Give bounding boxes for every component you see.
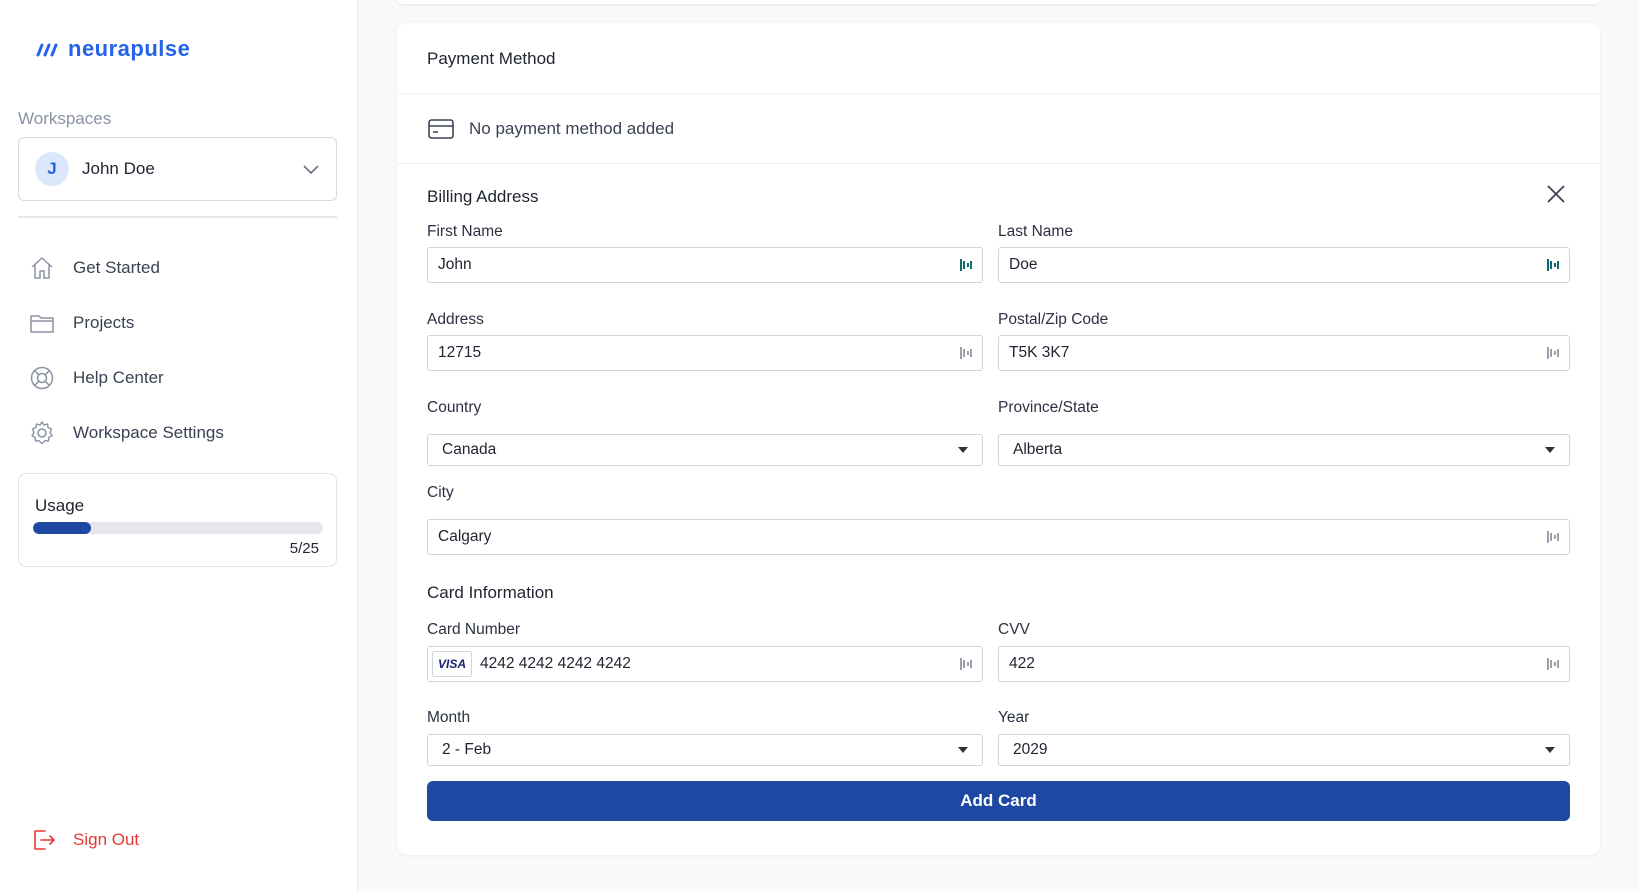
divider bbox=[397, 163, 1600, 164]
caret-down-icon bbox=[958, 747, 968, 753]
first-name-label: First Name bbox=[427, 223, 503, 240]
usage-card: Usage 5/25 bbox=[18, 473, 337, 567]
autofill-icon bbox=[1547, 531, 1559, 543]
month-select[interactable]: 2 - Feb bbox=[427, 734, 983, 766]
sidebar-item-get-started[interactable]: Get Started bbox=[28, 240, 224, 295]
country-label: Country bbox=[427, 399, 482, 416]
country-value: Canada bbox=[442, 441, 497, 458]
no-payment-text: No payment method added bbox=[469, 119, 675, 138]
address-label: Address bbox=[427, 311, 484, 328]
sidebar-item-workspace-settings[interactable]: Workspace Settings bbox=[28, 405, 224, 460]
chevron-down-icon bbox=[303, 165, 319, 175]
lifebuoy-icon bbox=[30, 366, 54, 389]
address-value: 12715 bbox=[438, 344, 482, 361]
last-name-value: Doe bbox=[1009, 256, 1038, 273]
province-select[interactable]: Alberta bbox=[998, 434, 1570, 466]
sign-out-button[interactable]: Sign Out bbox=[30, 826, 139, 854]
usage-count: 5/25 bbox=[289, 540, 319, 557]
first-name-value: John bbox=[438, 256, 472, 273]
sign-out-icon bbox=[34, 830, 55, 850]
sidebar-nav: Get Started Projects Help Center Workspa… bbox=[28, 240, 224, 460]
autofill-icon bbox=[960, 658, 972, 670]
home-icon bbox=[31, 256, 53, 279]
year-label: Year bbox=[998, 709, 1030, 726]
visa-icon: VISA bbox=[432, 651, 472, 677]
cvv-label: CVV bbox=[998, 621, 1030, 638]
cvv-field[interactable]: 422 bbox=[998, 646, 1570, 682]
postal-code-label: Postal/Zip Code bbox=[998, 311, 1109, 328]
card-number-value: 4242 4242 4242 4242 bbox=[480, 655, 631, 672]
cvv-value: 422 bbox=[1009, 655, 1035, 672]
divider bbox=[397, 93, 1600, 94]
card-number-field[interactable]: VISA 4242 4242 4242 4242 bbox=[427, 646, 983, 682]
autofill-icon bbox=[1547, 658, 1559, 670]
no-payment-notice: No payment method added bbox=[427, 117, 674, 141]
close-icon[interactable] bbox=[1545, 183, 1567, 205]
first-name-field[interactable]: John bbox=[427, 247, 983, 283]
city-value: Calgary bbox=[438, 528, 492, 545]
card-information-title: Card Information bbox=[427, 583, 554, 602]
province-label: Province/State bbox=[998, 399, 1099, 416]
folder-icon bbox=[30, 314, 54, 333]
last-name-label: Last Name bbox=[998, 223, 1073, 240]
avatar: J bbox=[35, 152, 69, 186]
workspaces-label: Workspaces bbox=[18, 109, 112, 128]
sidebar-item-help-center[interactable]: Help Center bbox=[28, 350, 224, 405]
neurapulse-logo-icon bbox=[36, 43, 58, 57]
postal-code-field[interactable]: T5K 3K7 bbox=[998, 335, 1570, 371]
workspace-selector[interactable]: J John Doe bbox=[18, 137, 337, 201]
sidebar-item-projects[interactable]: Projects bbox=[28, 295, 224, 350]
credit-card-icon bbox=[428, 119, 454, 139]
billing-address-title: Billing Address bbox=[427, 187, 539, 206]
brand-logo[interactable]: neurapulse bbox=[36, 36, 190, 62]
sidebar: neurapulse Workspaces J John Doe Get Sta… bbox=[0, 0, 358, 891]
autofill-icon bbox=[960, 259, 972, 271]
month-label: Month bbox=[427, 709, 471, 726]
province-value: Alberta bbox=[1013, 441, 1063, 458]
card-number-label: Card Number bbox=[427, 621, 521, 638]
usage-progress-fill bbox=[33, 522, 91, 534]
sign-out-label: Sign Out bbox=[73, 830, 140, 849]
autofill-icon bbox=[1547, 347, 1559, 359]
usage-progress-bar bbox=[33, 522, 323, 534]
usage-title: Usage bbox=[35, 496, 85, 515]
sidebar-item-label: Projects bbox=[73, 312, 135, 332]
last-name-field[interactable]: Doe bbox=[998, 247, 1570, 283]
brand-name: neurapulse bbox=[68, 36, 191, 61]
caret-down-icon bbox=[958, 447, 968, 453]
gear-icon bbox=[31, 420, 53, 444]
city-field[interactable]: Calgary bbox=[427, 519, 1570, 555]
month-value: 2 - Feb bbox=[442, 741, 492, 758]
previous-card bbox=[397, 0, 1600, 4]
sidebar-item-label: Get Started bbox=[73, 257, 160, 277]
address-field[interactable]: 12715 bbox=[427, 335, 983, 371]
payment-method-card: Payment Method No payment method added B… bbox=[397, 23, 1600, 855]
sidebar-item-label: Workspace Settings bbox=[73, 422, 224, 442]
payment-method-title: Payment Method bbox=[427, 49, 556, 68]
sidebar-item-label: Help Center bbox=[73, 367, 164, 387]
year-value: 2029 bbox=[1013, 741, 1048, 758]
country-select[interactable]: Canada bbox=[427, 434, 983, 466]
year-select[interactable]: 2029 bbox=[998, 734, 1570, 766]
postal-code-value: T5K 3K7 bbox=[1009, 344, 1070, 361]
workspace-name: John Doe bbox=[82, 159, 155, 178]
caret-down-icon bbox=[1545, 447, 1555, 453]
caret-down-icon bbox=[1545, 747, 1555, 753]
sidebar-divider bbox=[18, 216, 337, 218]
city-label: City bbox=[427, 484, 454, 501]
autofill-icon bbox=[1547, 259, 1559, 271]
add-card-button[interactable]: Add Card bbox=[427, 781, 1570, 821]
autofill-icon bbox=[960, 347, 972, 359]
